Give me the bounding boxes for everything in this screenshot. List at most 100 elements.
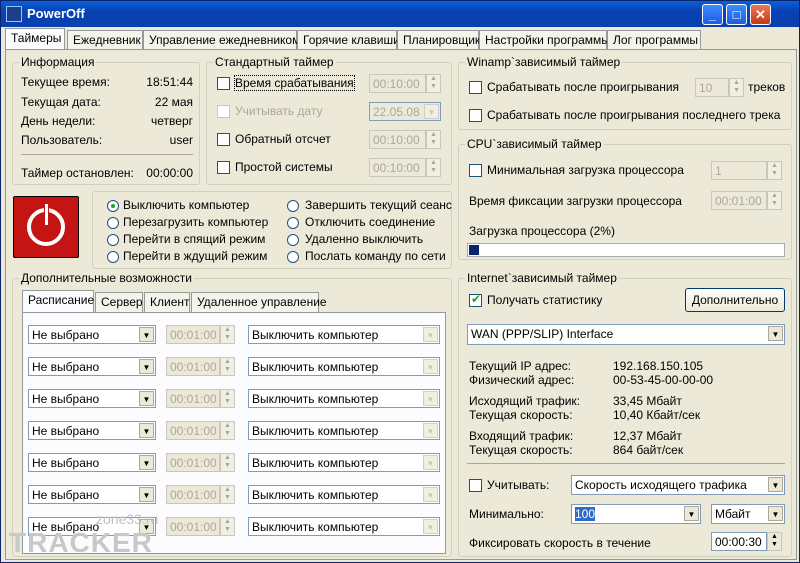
chevron-down-icon: ▼ [139, 327, 154, 342]
tab-hotkeys[interactable]: Горячие клавиши [297, 30, 400, 50]
action-radio-network[interactable] [287, 251, 299, 263]
min-value: 100 [575, 507, 596, 521]
time-spinner[interactable]: ▲ ▼ [220, 485, 235, 504]
cpu-fix-spinner[interactable]: ▲ ▼ [767, 191, 782, 210]
day-value: Не выбрано [32, 424, 100, 438]
maximize-button[interactable]: □ [726, 4, 747, 25]
out-speed-value: 10,40 Кбайт/сек [613, 408, 701, 422]
consider-label: Учитывать: [487, 478, 550, 492]
time-field[interactable]: 00:01:00 [166, 389, 220, 408]
idle-spinner[interactable]: ▲ ▼ [426, 158, 441, 177]
time-field[interactable]: 00:01:00 [166, 421, 220, 440]
row-action-select[interactable]: Выключить компьютер ▼ [248, 517, 440, 536]
date-checkbox[interactable] [217, 105, 230, 118]
action-radio-sleep[interactable] [107, 234, 119, 246]
title-bar[interactable]: PowerOff _ □ ✕ [1, 1, 799, 27]
fix-spinner[interactable]: ▲ ▼ [767, 532, 782, 551]
close-button[interactable]: ✕ [750, 4, 771, 25]
row-action-select[interactable]: Выключить компьютер ▼ [248, 357, 440, 376]
cpu-fix-field[interactable]: 00:01:00 [711, 191, 767, 210]
countdown-field[interactable]: 00:10:00 [369, 130, 426, 149]
countdown-checkbox[interactable] [217, 133, 230, 146]
action-label-disconnect: Отключить соединение [305, 215, 436, 229]
idle-checkbox[interactable] [217, 161, 230, 174]
watermark-site: zone33.ru [96, 511, 159, 527]
cpu-min-field[interactable]: 1 [711, 161, 767, 180]
action-radio-reboot[interactable] [107, 217, 119, 229]
tab-client[interactable]: Клиент [144, 292, 190, 312]
minimize-button[interactable]: _ [702, 4, 723, 25]
winamp-title: Winamp`зависимый таймер [465, 55, 623, 69]
unit-select[interactable]: Мбайт ▼ [711, 504, 785, 524]
ip-value: 192.168.150.105 [613, 359, 704, 373]
action-radio-disconnect[interactable] [287, 217, 299, 229]
time-spinner[interactable]: ▲ ▼ [220, 325, 235, 344]
tab-timers[interactable]: Таймеры [5, 28, 65, 51]
row-action-select[interactable]: Выключить компьютер ▼ [248, 453, 440, 472]
time-spinner[interactable]: ▲ ▼ [220, 357, 235, 376]
time-field[interactable]: 00:01:00 [166, 325, 220, 344]
day-select[interactable]: Не выбрано ▼ [28, 453, 156, 472]
time-field[interactable]: 00:01:00 [166, 485, 220, 504]
internet-divider [467, 463, 785, 464]
fix-field[interactable]: 00:00:30 [711, 532, 767, 551]
time-spinner[interactable]: ▲ ▼ [220, 421, 235, 440]
tab-diary[interactable]: Ежедневник [67, 30, 143, 50]
day-select[interactable]: Не выбрано ▼ [28, 485, 156, 504]
stats-checkbox[interactable] [469, 292, 482, 307]
trigger-time-field[interactable]: 00:10:00 [369, 74, 426, 93]
more-button[interactable]: Дополнительно [685, 288, 785, 312]
trigger-spinner[interactable]: ▲ ▼ [426, 74, 441, 93]
tab-server[interactable]: Сервер [95, 292, 143, 312]
action-label-network: Послать команду по сети [305, 249, 446, 263]
time-field[interactable]: 00:01:00 [166, 453, 220, 472]
action-radio-logoff[interactable] [287, 200, 299, 212]
time-field[interactable]: 00:01:00 [166, 357, 220, 376]
cpu-min-checkbox[interactable] [469, 164, 482, 177]
tab-schedule[interactable]: Расписание [22, 290, 94, 313]
date-select[interactable]: 22.05.08 ▼ [369, 102, 441, 121]
trigger-checkbox[interactable] [217, 77, 230, 90]
user-value: user [169, 133, 193, 147]
action-radio-shutdown[interactable] [107, 200, 119, 212]
tab-scheduler[interactable]: Планировщик [397, 30, 480, 50]
date-value: 22 мая [154, 95, 193, 109]
min-select[interactable]: 100 ▼ [571, 504, 701, 524]
countdown-spinner[interactable]: ▲ ▼ [426, 130, 441, 149]
row-action-select[interactable]: Выключить компьютер ▼ [248, 421, 440, 440]
time-spinner[interactable]: ▲ ▼ [220, 453, 235, 472]
cpu-min-spinner[interactable]: ▲ ▼ [767, 161, 782, 180]
time-spinner[interactable]: ▲ ▼ [220, 389, 235, 408]
winamp-last-label: Срабатывать после проигрывания последнег… [487, 108, 781, 122]
row-action-select[interactable]: Выключить компьютер ▼ [248, 485, 440, 504]
day-value: Не выбрано [32, 456, 100, 470]
idle-field[interactable]: 00:10:00 [369, 158, 426, 177]
day-select[interactable]: Не выбрано ▼ [28, 389, 156, 408]
trigger-label[interactable]: Время срабатывания [234, 75, 355, 91]
consider-checkbox[interactable] [469, 479, 482, 492]
day-select[interactable]: Не выбрано ▼ [28, 357, 156, 376]
tab-remote[interactable]: Удаленное управление [191, 292, 327, 312]
time-spinner[interactable]: ▲ ▼ [220, 517, 235, 536]
winamp-after-checkbox[interactable] [469, 81, 482, 94]
tracks-field[interactable]: 10 [695, 78, 729, 97]
time-field[interactable]: 00:01:00 [166, 517, 220, 536]
fix-label: Фиксировать скорость в течение [469, 536, 651, 550]
row-action-select[interactable]: Выключить компьютер ▼ [248, 389, 440, 408]
in-speed-value: 864 байт/сек [613, 443, 684, 457]
row-action-value: Выключить компьютер [252, 424, 379, 438]
tab-diary-manage[interactable]: Управление ежедневником [143, 30, 300, 50]
ip-label: Текущий IP адрес: [469, 359, 572, 373]
row-action-select[interactable]: Выключить компьютер ▼ [248, 325, 440, 344]
day-select[interactable]: Не выбрано ▼ [28, 421, 156, 440]
tracks-spinner[interactable]: ▲ ▼ [729, 78, 744, 97]
day-select[interactable]: Не выбрано ▼ [28, 325, 156, 344]
tab-log[interactable]: Лог программы [607, 30, 701, 50]
winamp-last-checkbox[interactable] [469, 109, 482, 122]
chevron-down-icon: ▼ [768, 506, 783, 521]
tab-settings[interactable]: Настройки программы [479, 30, 610, 50]
action-radio-standby[interactable] [107, 251, 119, 263]
action-radio-remote[interactable] [287, 234, 299, 246]
consider-select[interactable]: Скорость исходящего трафика ▼ [571, 475, 785, 495]
interface-select[interactable]: WAN (PPP/SLIP) Interface ▼ [467, 324, 785, 345]
